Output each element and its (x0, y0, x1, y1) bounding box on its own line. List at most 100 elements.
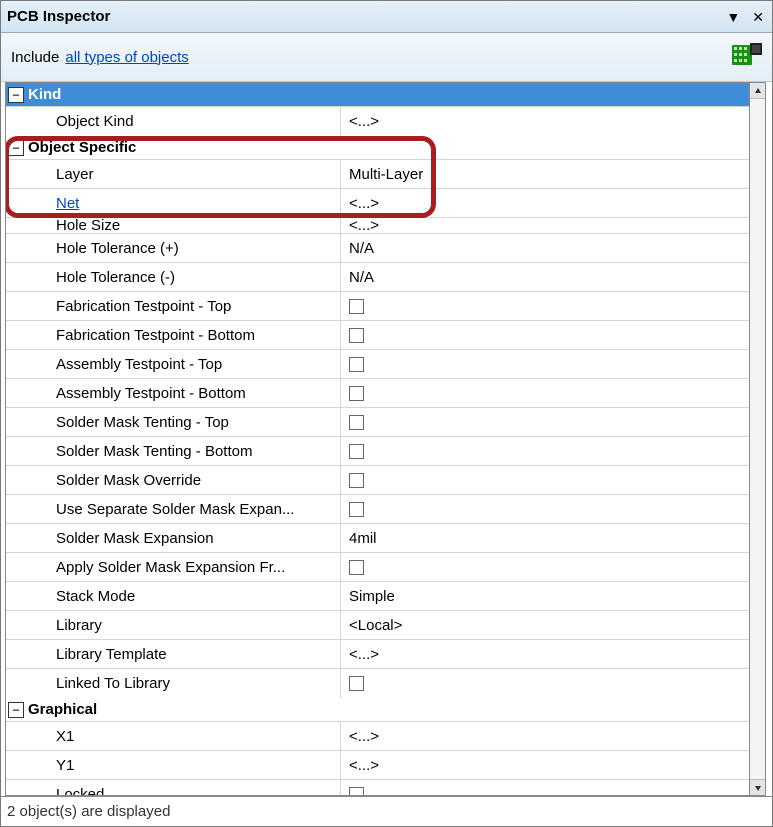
section-body-kind: Object Kind <...> (6, 107, 749, 136)
scroll-track[interactable] (750, 99, 765, 779)
value-stack-mode[interactable]: Simple (341, 582, 749, 610)
dropdown-icon[interactable]: ▼ (724, 8, 742, 26)
collapse-icon[interactable]: − (8, 140, 24, 156)
row-x1[interactable]: X1 <...> (6, 722, 749, 751)
scroll-down-icon[interactable] (750, 779, 765, 795)
scroll-up-icon[interactable] (750, 83, 765, 99)
section-body-object-specific: Layer Multi-Layer Net <...> Hole Size <.… (6, 160, 749, 698)
label-asm-tp-bot: Assembly Testpoint - Bottom (6, 379, 341, 407)
value-asm-tp-top[interactable] (341, 350, 749, 378)
section-title-kind: Kind (28, 86, 61, 103)
checkbox-icon[interactable] (349, 473, 364, 488)
row-net[interactable]: Net <...> (6, 189, 749, 218)
row-object-kind[interactable]: Object Kind <...> (6, 107, 749, 136)
value-object-kind[interactable]: <...> (341, 107, 749, 136)
value-hole-size[interactable]: <...> (341, 218, 749, 233)
label-hole-tol-plus: Hole Tolerance (+) (6, 234, 341, 262)
section-title-object-specific: Object Specific (28, 139, 136, 156)
row-hole-tol-minus[interactable]: Hole Tolerance (-) N/A (6, 263, 749, 292)
value-library-tpl[interactable]: <...> (341, 640, 749, 668)
section-header-object-specific[interactable]: − Object Specific (6, 136, 749, 160)
value-smtent-bot[interactable] (341, 437, 749, 465)
include-prefix: Include (11, 49, 59, 66)
value-apply-sm-expan[interactable] (341, 553, 749, 581)
collapse-icon[interactable]: − (8, 702, 24, 718)
row-asm-tp-bot[interactable]: Assembly Testpoint - Bottom (6, 379, 749, 408)
close-icon[interactable]: ✕ (750, 8, 766, 26)
label-apply-sm-expan: Apply Solder Mask Expansion Fr... (6, 553, 341, 581)
row-asm-tp-top[interactable]: Assembly Testpoint - Top (6, 350, 749, 379)
include-bar: Include all types of objects (1, 33, 772, 82)
label-library-tpl: Library Template (6, 640, 341, 668)
checkbox-icon[interactable] (349, 444, 364, 459)
row-smtent-bot[interactable]: Solder Mask Tenting - Bottom (6, 437, 749, 466)
row-sm-override[interactable]: Solder Mask Override (6, 466, 749, 495)
row-fab-tp-top[interactable]: Fabrication Testpoint - Top (6, 292, 749, 321)
label-hole-tol-minus: Hole Tolerance (-) (6, 263, 341, 291)
checkbox-icon[interactable] (349, 299, 364, 314)
value-library[interactable]: <Local> (341, 611, 749, 639)
pcb-chip-icon[interactable] (732, 43, 762, 71)
row-fab-tp-bot[interactable]: Fabrication Testpoint - Bottom (6, 321, 749, 350)
label-hole-size: Hole Size (6, 218, 341, 233)
value-fab-tp-bot[interactable] (341, 321, 749, 349)
property-grid: − Kind Object Kind <...> − Object Specif… (5, 82, 750, 796)
checkbox-icon[interactable] (349, 386, 364, 401)
row-smtent-top[interactable]: Solder Mask Tenting - Top (6, 408, 749, 437)
value-fab-tp-top[interactable] (341, 292, 749, 320)
checkbox-icon[interactable] (349, 676, 364, 691)
section-header-graphical[interactable]: − Graphical (6, 698, 749, 722)
label-library: Library (6, 611, 341, 639)
value-smtent-top[interactable] (341, 408, 749, 436)
section-body-graphical: X1 <...> Y1 <...> Locked (6, 722, 749, 796)
checkbox-icon[interactable] (349, 357, 364, 372)
titlebar-controls: ▼ ✕ (724, 8, 766, 26)
value-x1[interactable]: <...> (341, 722, 749, 750)
value-locked[interactable] (341, 780, 749, 796)
checkbox-icon[interactable] (349, 415, 364, 430)
value-sm-override[interactable] (341, 466, 749, 494)
checkbox-icon[interactable] (349, 787, 364, 796)
value-layer[interactable]: Multi-Layer (341, 160, 749, 188)
checkbox-icon[interactable] (349, 502, 364, 517)
label-fab-tp-bot: Fabrication Testpoint - Bottom (6, 321, 341, 349)
value-hole-tol-plus[interactable]: N/A (341, 234, 749, 262)
titlebar: PCB Inspector ▼ ✕ (1, 1, 772, 33)
row-y1[interactable]: Y1 <...> (6, 751, 749, 780)
label-fab-tp-top: Fabrication Testpoint - Top (6, 292, 341, 320)
row-layer[interactable]: Layer Multi-Layer (6, 160, 749, 189)
section-header-kind[interactable]: − Kind (6, 83, 749, 107)
row-sm-expansion[interactable]: Solder Mask Expansion 4mil (6, 524, 749, 553)
label-asm-tp-top: Assembly Testpoint - Top (6, 350, 341, 378)
label-smtent-top: Solder Mask Tenting - Top (6, 408, 341, 436)
value-hole-tol-minus[interactable]: N/A (341, 263, 749, 291)
row-stack-mode[interactable]: Stack Mode Simple (6, 582, 749, 611)
row-sep-sm-expan[interactable]: Use Separate Solder Mask Expan... (6, 495, 749, 524)
value-y1[interactable]: <...> (341, 751, 749, 779)
row-library[interactable]: Library <Local> (6, 611, 749, 640)
include-filter-link[interactable]: all types of objects (65, 49, 188, 66)
value-net[interactable]: <...> (341, 189, 749, 217)
label-layer: Layer (6, 160, 341, 188)
value-asm-tp-bot[interactable] (341, 379, 749, 407)
vertical-scrollbar[interactable] (750, 82, 766, 796)
label-x1: X1 (6, 722, 341, 750)
value-sm-expansion[interactable]: 4mil (341, 524, 749, 552)
label-sm-override: Solder Mask Override (6, 466, 341, 494)
label-stack-mode: Stack Mode (6, 582, 341, 610)
value-sep-sm-expan[interactable] (341, 495, 749, 523)
row-apply-sm-expan[interactable]: Apply Solder Mask Expansion Fr... (6, 553, 749, 582)
row-locked[interactable]: Locked (6, 780, 749, 796)
label-sm-expansion: Solder Mask Expansion (6, 524, 341, 552)
row-hole-size[interactable]: Hole Size <...> (6, 218, 749, 234)
checkbox-icon[interactable] (349, 560, 364, 575)
value-linked-lib[interactable] (341, 669, 749, 698)
collapse-icon[interactable]: − (8, 87, 24, 103)
checkbox-icon[interactable] (349, 328, 364, 343)
row-library-tpl[interactable]: Library Template <...> (6, 640, 749, 669)
label-locked: Locked (6, 780, 341, 796)
row-hole-tol-plus[interactable]: Hole Tolerance (+) N/A (6, 234, 749, 263)
label-linked-lib: Linked To Library (6, 669, 341, 698)
row-linked-lib[interactable]: Linked To Library (6, 669, 749, 698)
pcb-inspector-panel: PCB Inspector ▼ ✕ Include all types of o… (0, 0, 773, 827)
